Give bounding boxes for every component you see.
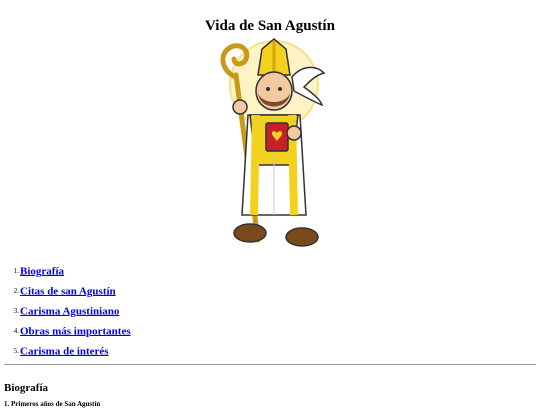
toc-link-obras[interactable]: Obras más importantes <box>20 325 131 337</box>
toc-link-carisma-agustiniano[interactable]: Carisma Agustiniano <box>20 305 119 317</box>
toc-item-number: 2. <box>13 287 19 296</box>
toc-item-number: 1. <box>13 267 19 276</box>
page-title: Vida de San Agustín <box>205 18 335 35</box>
toc-link-biografia[interactable]: Biografía <box>20 265 64 277</box>
toc-item-number: 5. <box>13 347 19 356</box>
table-of-contents: 1.Biografía 2.Citas de san Agustín 3.Car… <box>0 264 131 364</box>
toc-item-carisma-interes: 5.Carisma de interés <box>0 344 131 364</box>
section-divider <box>4 364 536 365</box>
toc-item-biografia: 1.Biografía <box>0 264 131 284</box>
saint-augustine-illustration <box>212 35 336 253</box>
toc-link-citas[interactable]: Citas de san Agustín <box>20 285 116 297</box>
toc-item-number: 3. <box>13 307 19 316</box>
toc-link-carisma-interes[interactable]: Carisma de interés <box>20 345 109 357</box>
section-heading: Biografía <box>4 382 48 395</box>
saint-augustine-icon <box>220 38 326 247</box>
toc-item-carisma-agustiniano: 3.Carisma Agustiniano <box>0 304 131 324</box>
toc-item-citas: 2.Citas de san Agustín <box>0 284 131 304</box>
toc-item-obras: 4.Obras más importantes <box>0 324 131 344</box>
subsection-heading: 1. Primeros años de San Agustín <box>4 400 101 408</box>
toc-item-number: 4. <box>13 327 19 336</box>
